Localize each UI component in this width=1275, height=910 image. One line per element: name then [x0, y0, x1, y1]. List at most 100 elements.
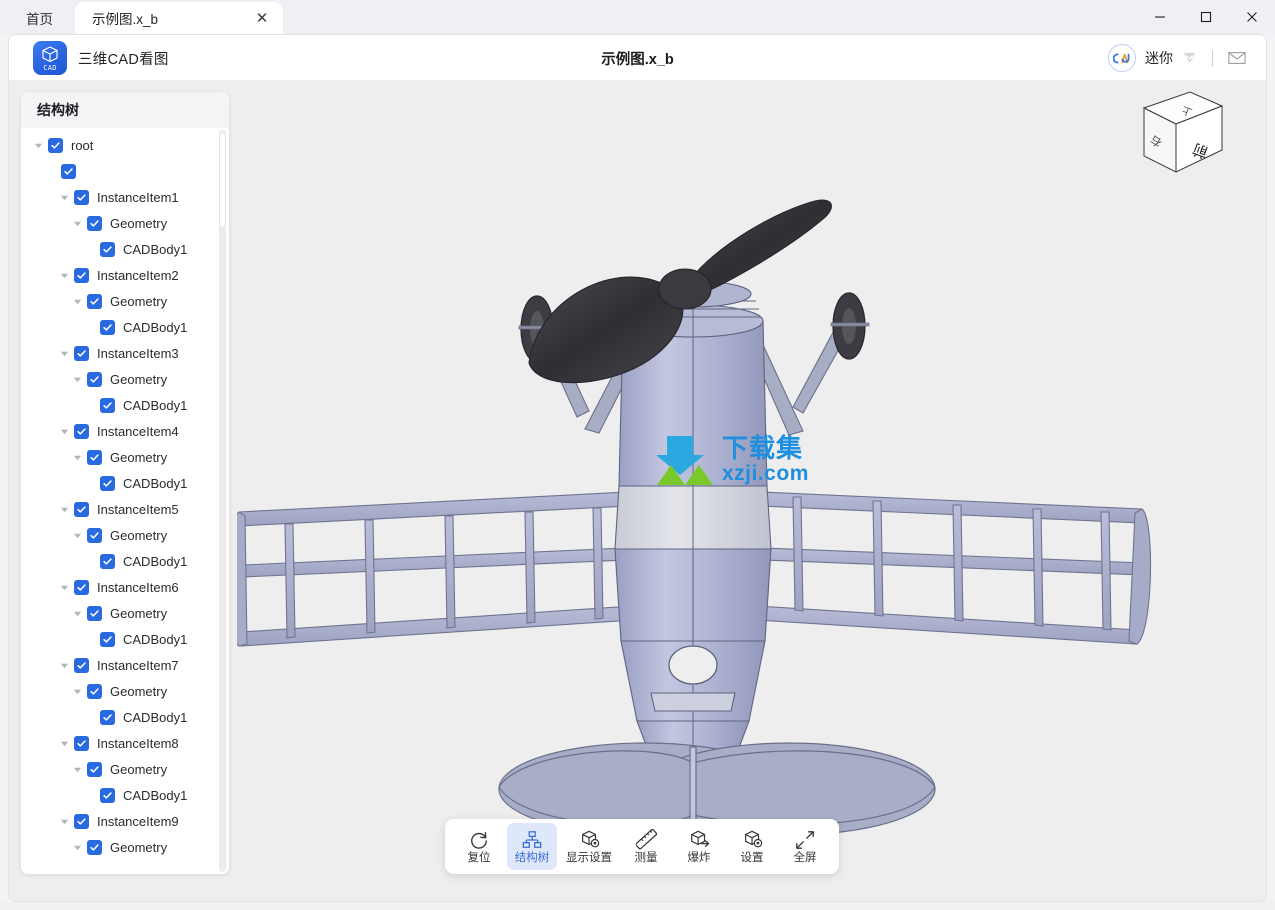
chevron-down-icon[interactable] [57, 268, 72, 283]
minimize-icon[interactable] [1137, 0, 1183, 34]
tree-node[interactable]: Geometry [21, 288, 229, 314]
chevron-down-icon[interactable] [57, 424, 72, 439]
tree-node-checkbox[interactable] [74, 267, 89, 283]
structure-tree-list[interactable]: root InstanceItem1 Geometry CADBody1 Instanc… [21, 128, 229, 874]
tree-node[interactable]: Geometry [21, 210, 229, 236]
tree-node-checkbox[interactable] [100, 475, 115, 491]
tree-node[interactable]: CADBody1 [21, 470, 229, 496]
tree-node[interactable]: Geometry [21, 834, 229, 860]
chevron-down-icon[interactable] [70, 762, 85, 777]
tree-node[interactable]: CADBody1 [21, 704, 229, 730]
toolbar-settings[interactable]: 设置 [727, 823, 777, 870]
toolbar-structure-tree[interactable]: 结构树 [507, 823, 557, 870]
tree-node-checkbox[interactable] [74, 501, 89, 517]
tree-node-checkbox[interactable] [87, 449, 102, 465]
tree-node[interactable]: InstanceItem6 [21, 574, 229, 600]
maximize-icon[interactable] [1183, 0, 1229, 34]
chevron-down-icon[interactable] [70, 216, 85, 231]
chevron-down-icon[interactable] [70, 372, 85, 387]
tree-node[interactable]: Geometry [21, 678, 229, 704]
tree-node[interactable]: InstanceItem1 [21, 184, 229, 210]
tree-node[interactable]: Geometry [21, 366, 229, 392]
tree-node-checkbox[interactable] [87, 839, 102, 855]
chevron-down-icon[interactable] [57, 658, 72, 673]
tree-node[interactable]: CADBody1 [21, 314, 229, 340]
tree-node-checkbox[interactable] [100, 553, 115, 569]
toolbar-reset[interactable]: 复位 [454, 823, 504, 870]
chevron-down-icon[interactable] [57, 346, 72, 361]
toolbar-measure-label: 测量 [634, 851, 658, 864]
tree-node-checkbox[interactable] [87, 683, 102, 699]
tree-node[interactable]: Geometry [21, 600, 229, 626]
tab-document[interactable]: 示例图.x_b ✕ [75, 2, 283, 34]
tree-node-checkbox[interactable] [87, 371, 102, 387]
tree-node[interactable]: CADBody1 [21, 782, 229, 808]
tree-node-checkbox[interactable] [100, 631, 115, 647]
toolbar-measure[interactable]: 测量 [621, 823, 671, 870]
chevron-down-icon[interactable] [31, 138, 46, 153]
close-icon[interactable]: ✕ [251, 7, 273, 29]
chevron-down-icon[interactable] [57, 580, 72, 595]
tree-node[interactable]: InstanceItem7 [21, 652, 229, 678]
toolbar-display-settings[interactable]: 显示设置 [560, 823, 618, 870]
avatar[interactable] [1108, 44, 1136, 72]
tree-scrollbar-track[interactable] [219, 130, 226, 872]
tree-node-checkbox[interactable] [100, 397, 115, 413]
tree-node-checkbox[interactable] [74, 423, 89, 439]
tree-node[interactable] [21, 158, 229, 184]
chevron-down-icon[interactable] [70, 606, 85, 621]
tree-node-checkbox[interactable] [61, 163, 76, 179]
tree-node-checkbox[interactable] [74, 189, 89, 205]
chevron-down-icon[interactable] [70, 528, 85, 543]
user-name[interactable]: 迷你 [1145, 48, 1173, 68]
tree-node[interactable]: InstanceItem3 [21, 340, 229, 366]
tree-node[interactable]: InstanceItem8 [21, 730, 229, 756]
view-cube[interactable]: 前 右 上 [1116, 88, 1226, 178]
tree-node[interactable]: Geometry [21, 522, 229, 548]
tree-node[interactable]: InstanceItem2 [21, 262, 229, 288]
tree-node-checkbox[interactable] [74, 813, 89, 829]
chevron-down-icon[interactable] [70, 840, 85, 855]
aircraft-model[interactable] [237, 81, 1266, 902]
tree-node[interactable]: InstanceItem4 [21, 418, 229, 444]
toolbar-explode[interactable]: 爆炸 [674, 823, 724, 870]
tree-node[interactable]: CADBody1 [21, 392, 229, 418]
chevron-down-icon[interactable] [57, 502, 72, 517]
chevron-down-icon[interactable] [70, 450, 85, 465]
tree-node-checkbox[interactable] [100, 709, 115, 725]
tree-node[interactable]: CADBody1 [21, 236, 229, 262]
tree-node-checkbox[interactable] [100, 787, 115, 803]
tree-node-checkbox[interactable] [74, 345, 89, 361]
tree-node-checkbox[interactable] [87, 293, 102, 309]
diamond-badge-icon[interactable] [1182, 51, 1197, 65]
tree-node-checkbox[interactable] [87, 527, 102, 543]
chevron-down-icon[interactable] [70, 294, 85, 309]
tree-node-checkbox[interactable] [100, 319, 115, 335]
tree-node[interactable]: Geometry [21, 444, 229, 470]
tree-node-checkbox[interactable] [87, 761, 102, 777]
tree-node-checkbox[interactable] [87, 605, 102, 621]
tree-node-label: InstanceItem2 [97, 267, 179, 283]
tree-node-checkbox[interactable] [100, 241, 115, 257]
tree-node[interactable]: InstanceItem5 [21, 496, 229, 522]
tree-node-checkbox[interactable] [87, 215, 102, 231]
tree-node[interactable]: InstanceItem9 [21, 808, 229, 834]
tree-node[interactable]: Geometry [21, 756, 229, 782]
tab-home[interactable]: 首页 [0, 2, 75, 34]
tree-node-checkbox[interactable] [74, 579, 89, 595]
tree-node-checkbox[interactable] [48, 137, 63, 153]
chevron-down-icon[interactable] [57, 814, 72, 829]
tree-node[interactable]: root [21, 132, 229, 158]
tree-node[interactable]: CADBody1 [21, 548, 229, 574]
tree-node-checkbox[interactable] [74, 657, 89, 673]
tree-node[interactable]: CADBody1 [21, 626, 229, 652]
chevron-down-icon[interactable] [70, 684, 85, 699]
chevron-down-icon[interactable] [57, 736, 72, 751]
model-viewport[interactable]: 前 右 上 下载集 xzji.com 复位 结构树 显示设置 测量 爆炸 设置 … [237, 81, 1266, 902]
tree-scrollbar-thumb[interactable] [219, 132, 226, 228]
toolbar-fullscreen[interactable]: 全屏 [780, 823, 830, 870]
mail-icon[interactable] [1228, 51, 1246, 65]
tree-node-checkbox[interactable] [74, 735, 89, 751]
chevron-down-icon[interactable] [57, 190, 72, 205]
window-close-icon[interactable] [1229, 0, 1275, 34]
